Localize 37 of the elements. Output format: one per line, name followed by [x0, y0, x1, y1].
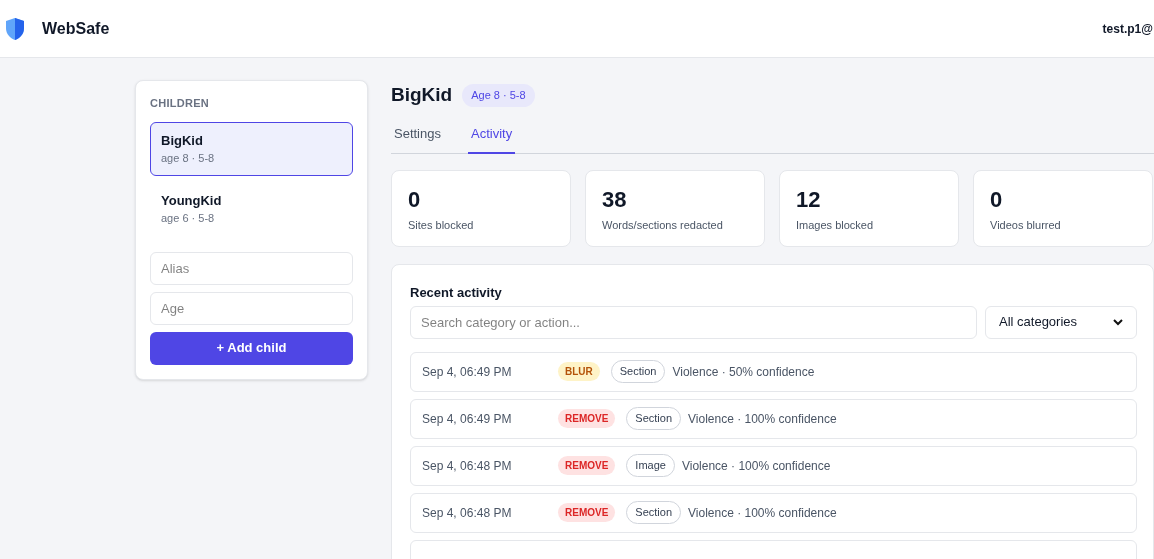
- action-badge: REMOVE: [558, 456, 616, 475]
- activity-detail: Violence · 100% confidence: [681, 457, 831, 475]
- section-title: CHILDREN: [150, 96, 211, 111]
- tab[interactable]: Activity: [468, 123, 516, 154]
- shield-icon: [5, 16, 25, 41]
- activity-detail: Violence · 100% confidence: [688, 504, 837, 522]
- stat-value: 12: [796, 186, 822, 214]
- category-dropdown[interactable]: All categories: [985, 305, 1137, 339]
- child-item[interactable]: YoungKid age 6 · 5-8: [150, 181, 353, 236]
- activity-time: Sep 4, 06:48 PM: [422, 504, 513, 522]
- search-field[interactable]: Search category or action...: [410, 305, 977, 339]
- user-email: test.p1@: [1102, 21, 1153, 38]
- age-badge: Age 8 · 5-8: [462, 84, 535, 107]
- activity-detail: Violence · 100% confidence: [688, 410, 837, 428]
- stat-value: 38: [602, 186, 628, 214]
- stat-label: Images blocked: [796, 218, 875, 233]
- stat-value: 0: [990, 186, 1004, 214]
- action-badge: REMOVE: [558, 503, 616, 522]
- action-badge: REMOVE: [558, 409, 616, 428]
- brand-name: WebSafe: [42, 18, 110, 39]
- activity-time: Sep 4, 06:48 PM: [422, 457, 513, 475]
- age-field[interactable]: Age: [150, 291, 353, 325]
- activity-time: Sep 4, 06:49 PM: [422, 363, 513, 381]
- stat-label: Words/sections redacted: [602, 218, 724, 233]
- activity-detail: Violence · 50% confidence: [672, 363, 815, 381]
- section-title: Recent activity: [410, 284, 503, 302]
- stat-label: Videos blurred: [990, 218, 1062, 233]
- child-item[interactable]: BigKid age 8 · 5-8: [150, 121, 353, 176]
- action-badge: BLUR: [558, 362, 600, 381]
- stat-label: Sites blocked: [408, 218, 475, 233]
- tab[interactable]: Settings: [391, 123, 444, 154]
- activity-time: Sep 4, 06:49 PM: [422, 410, 513, 428]
- alias-field[interactable]: Alias: [150, 251, 353, 285]
- chevron-down-icon: [1113, 318, 1123, 326]
- profile-name: BigKid: [391, 83, 453, 107]
- add-child-button[interactable]: + Add child: [150, 331, 353, 365]
- stat-value: 0: [408, 186, 422, 214]
